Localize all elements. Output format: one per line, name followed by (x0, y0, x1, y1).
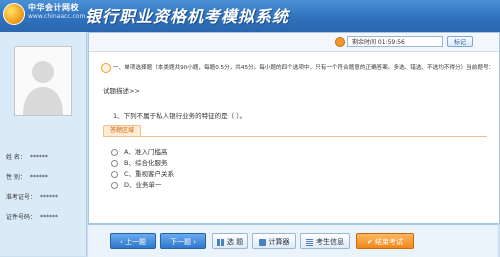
id-value: ****** (40, 214, 59, 221)
person-silhouette-icon (15, 47, 71, 115)
gender-label: 性 别： (6, 174, 26, 181)
next-question-button[interactable]: 下一题 › (160, 233, 206, 249)
logo-url: www.chinaacc.com (28, 13, 86, 20)
question-panel: 剩余时间 01:59:56 标记 一、单项选择题（本类题共90小题，每题0.5分… (88, 32, 500, 224)
question-header: 试题描述>> (103, 87, 140, 95)
name-row: 姓 名： ****** (6, 152, 48, 161)
finish-exam-button[interactable]: ✔ 结束考试 (356, 233, 414, 249)
radio-button[interactable] (111, 181, 118, 189)
option-c[interactable]: C、重视客户关系 (111, 168, 174, 178)
ticket-label: 准考证号： (6, 194, 37, 201)
option-label: C、重视客户关系 (124, 170, 175, 178)
option-a[interactable]: A、准入门槛高 (111, 146, 167, 156)
option-label: A、准入门槛高 (124, 148, 168, 156)
prev-label: 上一题 (125, 238, 147, 246)
select-question-button[interactable]: 选 题 (212, 233, 248, 249)
logo-icon (3, 3, 25, 25)
info-icon (101, 63, 111, 73)
id-label: 证件号码： (6, 214, 37, 221)
app-header: 中华会计网校 www.chinaacc.com 银行职业资格机考模拟系统 (0, 0, 500, 32)
name-label: 姓 名： (6, 154, 26, 161)
remaining-time: 剩余时间 01:59:56 (347, 36, 443, 47)
logo-text: 中华会计网校 (28, 3, 79, 12)
list-icon (306, 238, 313, 246)
prev-question-button[interactable]: ‹ 上一题 (110, 233, 156, 249)
radio-button[interactable] (111, 148, 118, 156)
option-d[interactable]: D、业务单一 (111, 179, 162, 189)
id-row: 证件号码： ****** (6, 212, 58, 221)
candidate-info-button[interactable]: 考生信息 (300, 233, 350, 249)
name-value: ****** (29, 154, 48, 161)
option-b[interactable]: B、综合化服务 (111, 157, 167, 167)
calculator-icon (258, 238, 266, 246)
candidate-sidebar: 姓 名： ****** 性 别： ****** 准考证号： ****** 证件号码： *… (0, 32, 87, 256)
gender-row: 性 别： ****** (6, 172, 48, 181)
section-notice: 一、单项选择题（本类题共90小题，每题0.5分，共45分。每小题的四个选项中，只… (113, 65, 493, 71)
finish-label: 结束考试 (375, 238, 404, 246)
radio-button[interactable] (111, 170, 118, 178)
mark-button[interactable]: 标记 (447, 36, 473, 47)
radio-button[interactable] (111, 159, 118, 167)
timer-bar: 剩余时间 01:59:56 标记 (89, 33, 499, 52)
calculator-button[interactable]: 计算器 (252, 233, 296, 249)
next-label: 下一题 (169, 238, 191, 246)
grid-icon (216, 238, 224, 246)
clock-icon (335, 37, 345, 47)
footer-toolbar: ‹ 上一题 下一题 › 选 题 计算器 考生信息 ✔ 结束考试 (88, 224, 498, 257)
calculator-label: 计算器 (268, 238, 290, 246)
ticket-value: ****** (40, 194, 59, 201)
avatar-placeholder (14, 46, 72, 116)
checkmark-icon: ✔ (366, 238, 376, 246)
info-label: 考生信息 (316, 238, 344, 246)
gender-value: ****** (29, 174, 48, 181)
chevron-right-icon: › (190, 238, 197, 246)
option-label: B、综合化服务 (124, 159, 168, 167)
app-title: 银行职业资格机考模拟系统 (85, 7, 290, 26)
ticket-row: 准考证号： ****** (6, 192, 58, 201)
question-text: 1、下列不属于私人银行业务的特征的是（ ）。 (113, 112, 246, 120)
option-label: D、业务单一 (124, 181, 162, 189)
select-label: 选 题 (226, 238, 244, 246)
answer-area-divider (103, 136, 487, 137)
